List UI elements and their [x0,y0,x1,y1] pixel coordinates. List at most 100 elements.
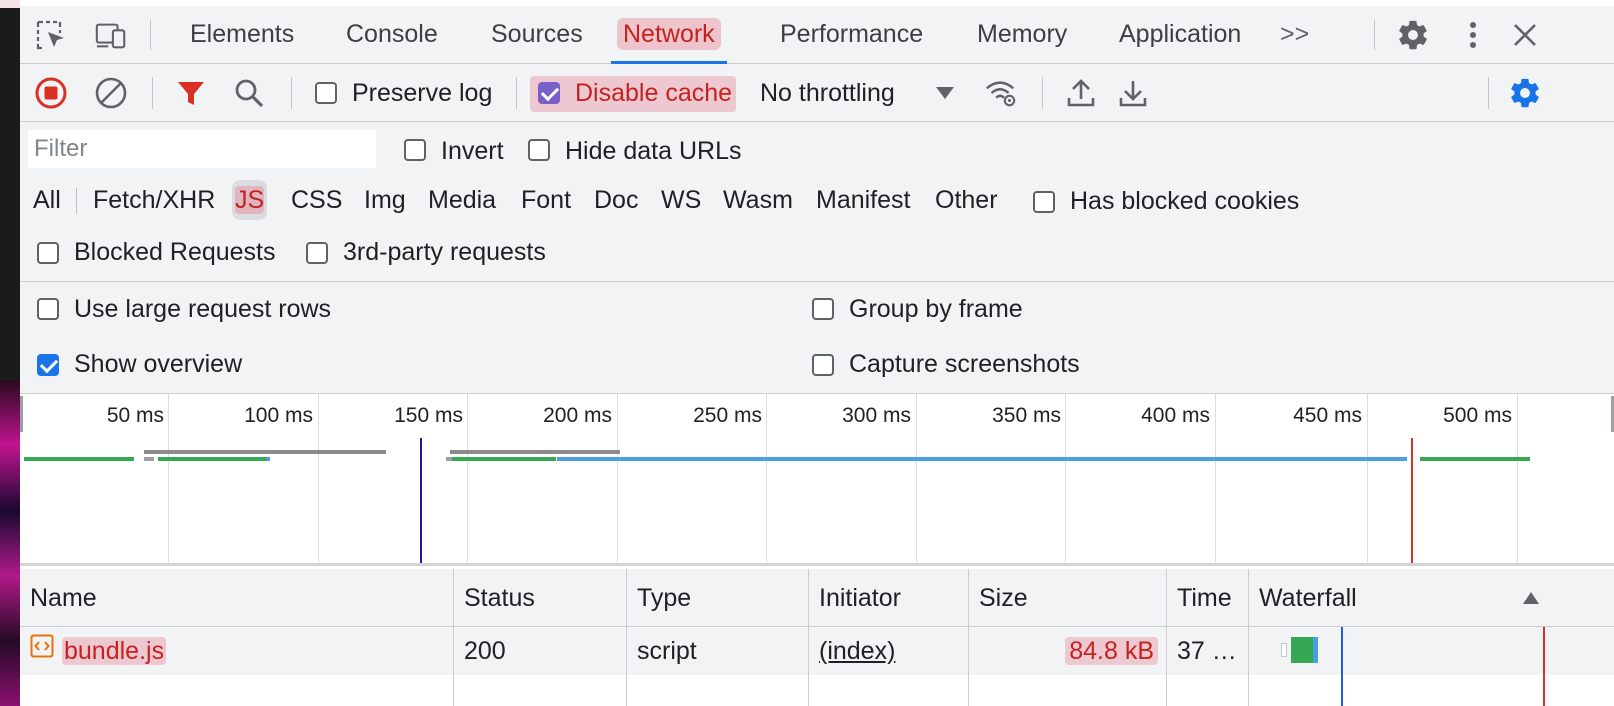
tab-sources[interactable]: Sources [485,6,589,64]
grid-line [617,394,618,563]
row-waterfall-cell [1249,627,1614,675]
blocked-requests-checkbox[interactable] [37,242,59,264]
toolbar-divider-right [1488,77,1489,109]
column-header-initiator[interactable]: Initiator [809,569,969,627]
tick-label: 50 ms [106,404,164,427]
waterfall-waiting-bar [1291,637,1313,663]
type-filter-manifest[interactable]: Manifest [813,180,913,220]
column-header-type[interactable]: Type [627,569,809,627]
export-har-download-icon[interactable] [1116,76,1150,110]
network-overview-timeline[interactable]: 50 ms 100 ms 150 ms 200 ms 250 ms 300 ms… [20,394,1614,566]
has-blocked-cookies-checkbox[interactable] [1033,191,1055,213]
overview-request-bar [158,457,266,461]
column-header-waterfall[interactable]: Waterfall [1249,569,1614,627]
type-filter-media[interactable]: Media [425,180,499,220]
column-header-name[interactable]: Name [20,569,454,627]
disable-cache-checkbox[interactable] [538,82,560,104]
overview-request-bar [266,457,270,461]
tab-console[interactable]: Console [340,6,444,64]
initiator-link[interactable]: (index) [819,637,895,665]
large-request-rows-checkbox[interactable] [37,298,59,320]
tick-label: 300 ms [842,404,911,427]
row-status-cell: 200 [454,627,627,675]
left-edge-top [0,0,20,8]
blocked-requests-label: Blocked Requests [74,238,276,266]
type-filter-all[interactable]: All [30,180,64,220]
waterfall-load-marker [1543,675,1545,706]
overview-request-bar [1420,457,1530,461]
type-filter-js[interactable]: JS [232,180,268,220]
inspect-element-icon[interactable] [34,20,68,50]
type-filter-css[interactable]: CSS [288,180,345,220]
tick-label: 450 ms [1293,404,1362,427]
overview-request-bar [144,450,386,454]
third-party-requests-checkbox[interactable] [306,242,328,264]
tick-label: 500 ms [1443,404,1512,427]
import-har-upload-icon[interactable] [1064,76,1098,110]
preserve-log-checkbox[interactable] [315,82,337,104]
load-event-marker [1411,438,1413,563]
filter-input[interactable] [28,130,376,168]
tabbar-divider-right [1374,20,1375,50]
throttling-select[interactable]: No throttling [760,64,895,122]
empty-cell [627,675,809,706]
column-header-size[interactable]: Size [969,569,1167,627]
type-filter-ws[interactable]: WS [658,180,704,220]
overview-request-bar [557,457,1407,461]
grid-line [766,394,767,563]
type-filter-fetch-xhr[interactable]: Fetch/XHR [90,180,218,220]
network-settings-gear-icon[interactable] [1508,76,1542,110]
tab-application[interactable]: Application [1113,6,1247,64]
third-party-requests-label: 3rd-party requests [343,238,546,266]
type-filter-other[interactable]: Other [932,180,1001,220]
settings-gear-icon[interactable] [1396,20,1430,50]
tick-label: 100 ms [244,404,313,427]
column-header-time[interactable]: Time [1167,569,1249,627]
dom-content-loaded-marker [420,438,422,563]
capture-screenshots-checkbox[interactable] [812,354,834,376]
device-toolbar-icon[interactable] [94,20,128,50]
clear-log-icon[interactable] [94,76,128,110]
stop-recording-icon[interactable] [34,76,68,110]
network-conditions-wifi-icon[interactable] [984,76,1018,110]
table-row-empty [20,675,1614,706]
filter-area: Invert Hide data URLs All Fetch/XHR JS C… [20,122,1614,282]
table-row[interactable]: bundle.js 200 script (index) 84.8 kB 37 … [20,627,1614,675]
type-filter-img[interactable]: Img [361,180,409,220]
type-filter-font[interactable]: Font [518,180,574,220]
group-by-frame-checkbox[interactable] [812,298,834,320]
filter-funnel-icon[interactable] [174,76,208,110]
tab-memory[interactable]: Memory [971,6,1073,64]
column-header-status[interactable]: Status [454,569,627,627]
overview-request-bar [450,450,620,454]
more-tabs-chevron-icon[interactable]: >> [1274,6,1315,64]
tab-elements[interactable]: Elements [184,6,300,64]
tick-label: 200 ms [543,404,612,427]
row-initiator-cell: (index) [809,627,969,675]
disable-cache-label: Disable cache [575,79,733,107]
requests-table-header: Name Status Type Initiator Size Time Wat… [20,569,1614,627]
tick-label: 400 ms [1141,404,1210,427]
close-devtools-icon[interactable] [1508,20,1542,50]
grid-line [168,394,169,563]
type-filter-wasm[interactable]: Wasm [720,180,796,220]
show-overview-checkbox[interactable] [37,354,59,376]
tab-network[interactable]: Network [611,6,727,64]
row-name-cell[interactable]: bundle.js [20,627,454,675]
tab-performance[interactable]: Performance [774,6,929,64]
overview-left-handle[interactable] [20,396,23,432]
invert-label: Invert [441,137,504,165]
search-icon[interactable] [232,76,266,110]
hide-data-urls-checkbox[interactable] [528,139,550,161]
invert-checkbox[interactable] [404,139,426,161]
empty-cell [20,675,454,706]
large-request-rows-label: Use large request rows [74,295,332,323]
network-settings-pane: Use large request rows Group by frame Sh… [20,282,1614,394]
group-by-frame-label: Group by frame [849,295,1023,323]
more-options-kebab-icon[interactable] [1456,20,1490,50]
type-filter-divider [76,188,77,214]
sort-ascending-icon[interactable] [1522,591,1540,610]
tick-label: 350 ms [992,404,1061,427]
throttling-dropdown-arrow-icon[interactable] [928,76,962,110]
type-filter-doc[interactable]: Doc [591,180,641,220]
